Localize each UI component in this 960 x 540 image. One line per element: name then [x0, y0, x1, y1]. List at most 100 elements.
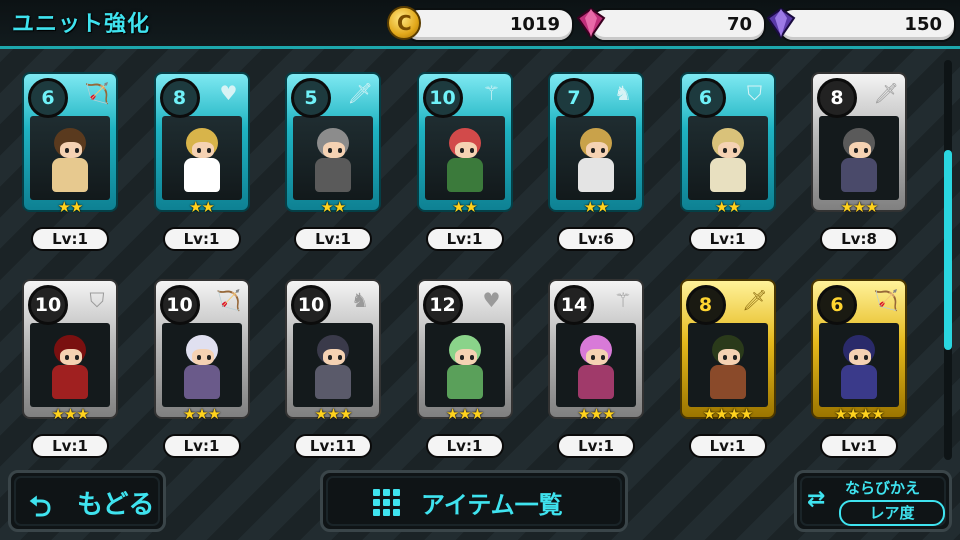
item-list-label: アイテム一覧: [421, 491, 563, 519]
rarity-stars: ★★★: [51, 405, 89, 423]
rarity-stars: ★★★: [445, 405, 484, 423]
character-figure: [439, 124, 491, 194]
gold-coin-icon: C: [387, 6, 421, 40]
return-arrow-icon: ⮌: [29, 490, 52, 523]
cost-badge: 8: [685, 285, 726, 325]
character-figure: [307, 124, 359, 194]
cost-value: 10: [297, 294, 325, 316]
rarity-stars: ★★★: [314, 405, 352, 423]
unit-portrait: [293, 116, 373, 200]
cost-badge: 6: [817, 285, 857, 325]
unit-level: Lv:1: [162, 227, 241, 251]
red-gem-value: 70: [726, 14, 752, 35]
rarity-stars: ★★: [452, 198, 478, 216]
scrollbar-thumb[interactable]: [944, 150, 952, 350]
character-figure: [439, 331, 491, 401]
cost-badge: 10: [159, 285, 200, 325]
character-figure: [702, 331, 754, 401]
heart-icon: ♥: [219, 81, 238, 105]
unit-card[interactable]: 5 🗡 ★★: [285, 72, 381, 216]
unit-portrait: [556, 116, 636, 200]
staff-icon: ⚚: [482, 81, 501, 105]
unit-card[interactable]: 7 ♞ ★★: [548, 72, 644, 216]
cost-badge: 10: [28, 285, 68, 325]
purple-gem-value: 150: [904, 14, 942, 35]
horse-icon: ♞: [614, 81, 632, 105]
rarity-stars: ★★★: [840, 198, 878, 216]
unit-portrait: [819, 323, 899, 407]
unit-level: Lv:8: [820, 227, 898, 251]
rarity-stars: ★★: [320, 198, 347, 216]
rarity-stars: ★★★★: [834, 405, 885, 423]
bow-icon: 🏹: [84, 81, 110, 105]
cost-badge: 8: [817, 78, 857, 118]
unit-card[interactable]: 10 🏹 ★★★: [153, 279, 250, 423]
rarity-stars: ★★★★: [702, 405, 754, 423]
unit-portrait: [30, 116, 110, 200]
red-gem-icon: [576, 7, 606, 39]
item-list-button[interactable]: アイテム一覧: [320, 470, 628, 532]
sort-button[interactable]: ⇄ ならびかえ レア度: [794, 470, 952, 532]
coin-symbol: C: [397, 11, 412, 35]
shield-icon: ⛉: [747, 81, 762, 105]
unit-card[interactable]: 6 🏹 ★★★★: [811, 279, 907, 423]
character-figure: [702, 124, 754, 194]
unit-card[interactable]: 10 ⛉ ★★★: [22, 279, 118, 423]
unit-portrait: [424, 116, 505, 200]
purple-gem-icon: [766, 7, 796, 39]
unit-level: Lv:1: [688, 434, 767, 458]
unit-level: Lv:11: [294, 434, 372, 458]
unit-level: Lv:1: [557, 434, 635, 458]
rarity-stars: ★★: [583, 198, 610, 216]
cost-badge: 10: [291, 285, 331, 325]
unit-portrait: [556, 323, 636, 407]
unit-portrait: [30, 323, 110, 407]
unit-card[interactable]: 6 ⛉ ★★: [679, 72, 776, 216]
back-button[interactable]: ⮌ もどる: [8, 470, 166, 532]
staff-icon: ⚚: [614, 288, 632, 312]
unit-level: Lv:1: [162, 434, 241, 458]
unit-level: Lv:1: [294, 227, 372, 251]
gold-value: 1019: [509, 14, 560, 35]
unit-card[interactable]: 12 ♥ ★★★: [416, 279, 513, 423]
cost-badge: 6: [685, 78, 726, 118]
cost-badge: 14: [554, 285, 594, 325]
page-title: ユニット強化: [12, 12, 151, 37]
sort-value: レア度: [839, 500, 945, 526]
cost-badge: 7: [554, 78, 594, 118]
cost-badge: 12: [422, 285, 463, 325]
character-figure: [44, 124, 96, 194]
unit-card[interactable]: 8 🗡 ★★★★: [679, 279, 776, 423]
character-figure: [176, 124, 228, 194]
cost-badge: 5: [291, 78, 331, 118]
gold-counter: 1019: [404, 8, 574, 42]
cost-value: 10: [34, 294, 62, 316]
unit-card[interactable]: 10 ⚚ ★★: [416, 72, 513, 216]
cost-value: 5: [304, 87, 318, 109]
character-figure: [44, 331, 96, 401]
cost-badge: 6: [28, 78, 68, 118]
rarity-stars: ★★: [189, 198, 215, 216]
unit-level: Lv:6: [557, 227, 635, 251]
unit-card[interactable]: 14 ⚚ ★★★: [548, 279, 644, 423]
character-figure: [176, 331, 228, 401]
unit-card[interactable]: 6 🏹 ★★: [22, 72, 118, 216]
cost-value: 12: [429, 294, 456, 316]
cost-value: 14: [560, 294, 588, 316]
unit-portrait: [687, 116, 768, 200]
rarity-stars: ★★: [57, 198, 84, 216]
sword-icon: 🗡: [347, 81, 373, 105]
character-figure: [570, 331, 622, 401]
grid-icon: [373, 489, 401, 516]
cost-value: 8: [698, 294, 713, 316]
unit-card[interactable]: 10 ♞ ★★★: [285, 279, 381, 423]
unit-portrait: [687, 323, 768, 407]
unit-card[interactable]: 8 ♥ ★★: [153, 72, 250, 216]
back-label: もどる: [77, 490, 155, 520]
unit-card[interactable]: 8 🗡 ★★★: [811, 72, 907, 216]
cost-badge: 10: [422, 78, 463, 118]
unit-portrait: [161, 116, 242, 200]
character-figure: [570, 124, 622, 194]
cost-value: 8: [830, 87, 844, 109]
cost-value: 10: [166, 294, 193, 316]
